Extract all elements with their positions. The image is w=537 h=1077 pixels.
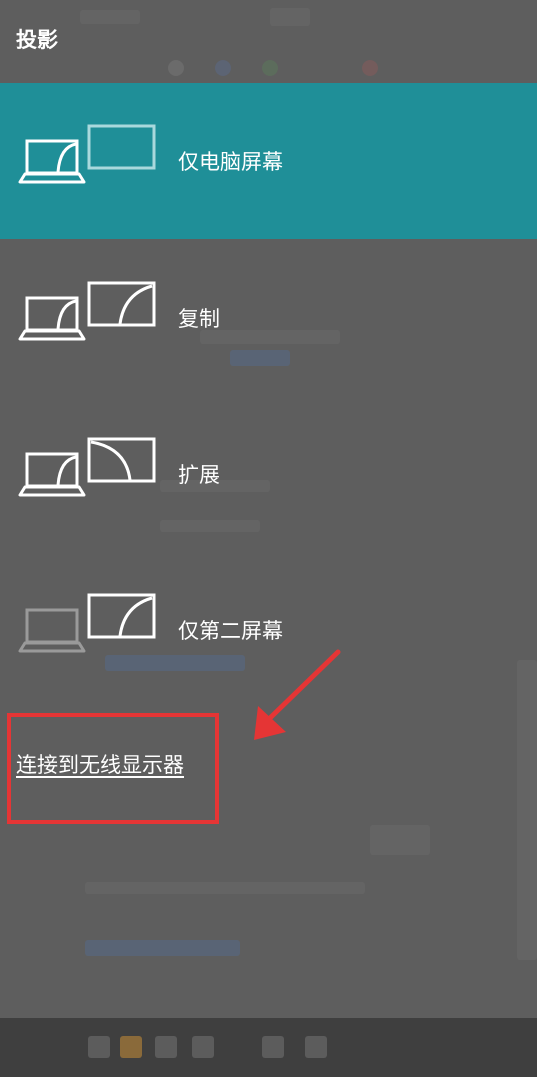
extend-icon (18, 437, 156, 497)
annotation-highlight-box (7, 713, 219, 824)
annotation-arrow-icon (254, 649, 341, 740)
duplicate-icon (18, 281, 156, 341)
mode-label: 复制 (178, 307, 220, 331)
mode-extend[interactable]: 扩展 (0, 396, 537, 552)
taskbar (0, 1018, 537, 1077)
mode-label: 扩展 (178, 463, 220, 487)
second-screen-only-icon (18, 593, 156, 653)
mode-label: 仅电脑屏幕 (178, 150, 283, 174)
mode-pc-screen-only[interactable]: 仅电脑屏幕 (0, 83, 537, 239)
mode-duplicate[interactable]: 复制 (0, 240, 537, 396)
pc-screen-only-icon (18, 124, 156, 184)
panel-title: 投影 (16, 28, 58, 52)
